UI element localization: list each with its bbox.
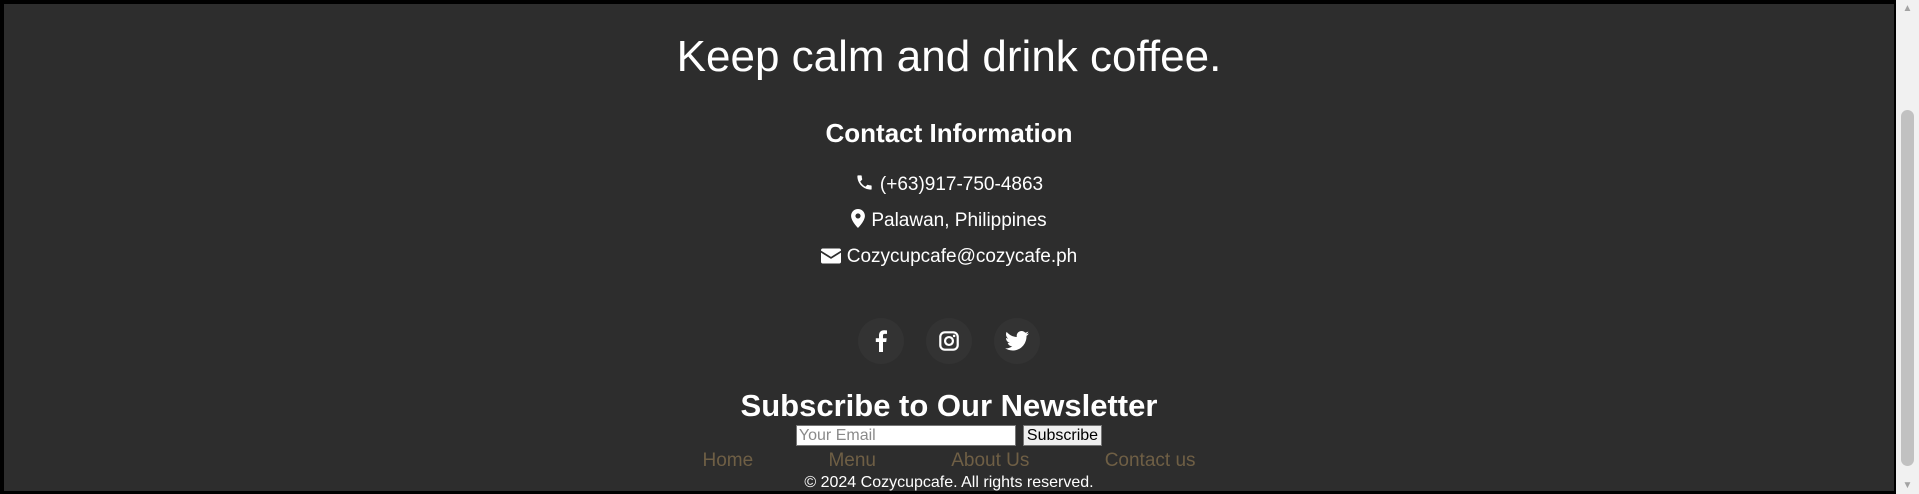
footer-nav: Home Menu About Us Contact us: [4, 449, 1894, 473]
nav-link-menu[interactable]: Menu: [828, 450, 876, 471]
browser-viewport: Keep calm and drink coffee. Contact Info…: [0, 0, 1919, 494]
contact-email: Cozycupcafe@cozycafe.ph: [846, 246, 1078, 267]
phone-icon: [855, 173, 874, 199]
social-links: [4, 318, 1894, 364]
scrollbar-thumb[interactable]: [1901, 110, 1914, 466]
contact-phone-row: (+63)917-750-4863: [4, 173, 1894, 199]
newsletter-form: Subscribe: [4, 425, 1894, 446]
instagram-link[interactable]: [926, 318, 972, 364]
contact-location-row: Palawan, Philippines: [4, 209, 1894, 235]
newsletter-heading: Subscribe to Our Newsletter: [740, 388, 1158, 423]
facebook-link[interactable]: [858, 318, 904, 364]
nav-link-contact[interactable]: Contact us: [1105, 450, 1196, 471]
twitter-link[interactable]: [994, 318, 1040, 364]
vertical-scrollbar[interactable]: ▲ ▼: [1896, 0, 1919, 494]
nav-link-about[interactable]: About Us: [951, 450, 1029, 471]
twitter-icon: [1005, 331, 1029, 351]
facebook-icon: [875, 330, 887, 352]
nav-link-home[interactable]: Home: [702, 450, 753, 471]
envelope-icon: [820, 247, 841, 271]
scroll-down-arrow-icon[interactable]: ▼: [1896, 477, 1919, 494]
contact-phone: (+63)917-750-4863: [879, 174, 1044, 195]
scroll-up-arrow-icon[interactable]: ▲: [1896, 0, 1919, 17]
instagram-icon: [939, 331, 959, 351]
newsletter-email-input[interactable]: [795, 425, 1016, 446]
copyright-text: © 2024 Cozycupcafe. All rights reserved.: [804, 474, 1094, 491]
footer-tagline: Keep calm and drink coffee.: [676, 32, 1222, 81]
map-pin-icon: [851, 209, 866, 235]
contact-heading: Contact Information: [825, 118, 1073, 148]
contact-location: Palawan, Philippines: [871, 210, 1047, 231]
subscribe-button[interactable]: Subscribe: [1022, 425, 1103, 446]
site-footer: Keep calm and drink coffee. Contact Info…: [4, 4, 1894, 491]
contact-email-row: Cozycupcafe@cozycafe.ph: [4, 245, 1894, 271]
